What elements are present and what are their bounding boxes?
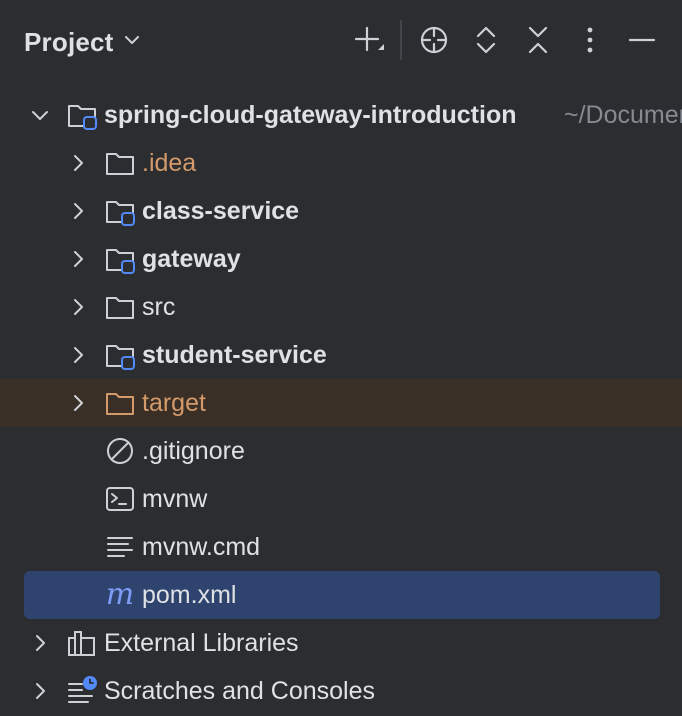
chevron-right-icon[interactable] — [66, 295, 90, 319]
folder-icon — [104, 147, 136, 179]
terminal-script-icon — [104, 483, 136, 515]
module-folder-icon — [104, 339, 136, 371]
tree-label: student-service — [142, 341, 327, 369]
chevron-right-icon[interactable] — [66, 343, 90, 367]
tree-row-gitignore[interactable]: .gitignore — [0, 427, 682, 475]
ignore-file-icon — [104, 435, 136, 467]
tree-row-target[interactable]: target — [0, 379, 682, 427]
svg-text:m: m — [106, 579, 134, 611]
chevron-right-icon[interactable] — [66, 391, 90, 415]
project-tool-window-header: Project — [0, 0, 682, 82]
tree-label: class-service — [142, 197, 300, 225]
tree-row-scratches[interactable]: Scratches and Consoles — [0, 667, 682, 715]
chevron-right-icon[interactable] — [28, 679, 52, 703]
collapse-all-icon — [522, 24, 554, 56]
chevron-right-icon[interactable] — [66, 199, 90, 223]
scratches-icon — [66, 675, 98, 707]
tree-label: spring-cloud-gateway-introduction — [104, 101, 517, 129]
add-icon — [350, 22, 386, 58]
maven-icon: m — [104, 579, 136, 611]
tree-label: mvnw — [142, 485, 208, 513]
add-button[interactable] — [348, 20, 388, 60]
module-folder-icon — [104, 195, 136, 227]
tree-label: mvnw.cmd — [142, 533, 261, 561]
tree-row-mvnw-cmd[interactable]: mvnw.cmd — [0, 523, 682, 571]
chevron-down-icon — [122, 30, 142, 55]
folder-icon — [104, 291, 136, 323]
tree-row-pom-xml[interactable]: m pom.xml — [0, 571, 682, 619]
tree-label: External Libraries — [104, 629, 299, 657]
tree-label: pom.xml — [142, 581, 237, 609]
excluded-folder-icon — [104, 387, 136, 419]
tree-row-class-service[interactable]: class-service — [0, 187, 682, 235]
tree-row-gateway[interactable]: gateway — [0, 235, 682, 283]
tree-label: .gitignore — [142, 437, 245, 465]
chevron-down-icon[interactable] — [28, 103, 52, 127]
project-view-selector[interactable]: Project — [24, 22, 142, 62]
tree-row-external-libraries[interactable]: External Libraries — [0, 619, 682, 667]
text-file-icon — [104, 531, 136, 563]
tree-row-src[interactable]: src — [0, 283, 682, 331]
tree-label: target — [142, 389, 206, 417]
panel-title: Project — [24, 26, 114, 57]
tree-row-root-module[interactable]: spring-cloud-gateway-introduction ~/Docu… — [0, 91, 682, 139]
collapse-all-button[interactable] — [518, 20, 558, 60]
locate-button[interactable] — [414, 20, 454, 60]
locate-icon — [418, 24, 450, 56]
expand-all-button[interactable] — [466, 20, 506, 60]
tree-row-mvnw[interactable]: mvnw — [0, 475, 682, 523]
tree-label: .idea — [142, 149, 197, 177]
more-options-icon — [574, 24, 606, 56]
library-icon — [66, 627, 98, 659]
module-folder-icon — [66, 99, 98, 131]
toolbar-separator — [400, 20, 402, 60]
tree-label: src — [142, 293, 176, 321]
tree-row-idea[interactable]: .idea — [0, 139, 682, 187]
tree-row-student-service[interactable]: student-service — [0, 331, 682, 379]
minimize-icon — [626, 24, 658, 56]
chevron-right-icon[interactable] — [66, 247, 90, 271]
expand-all-icon — [470, 24, 502, 56]
module-folder-icon — [104, 243, 136, 275]
more-options-button[interactable] — [570, 20, 610, 60]
project-tree: spring-cloud-gateway-introduction ~/Docu… — [0, 91, 682, 715]
tree-label: Scratches and Consoles — [104, 677, 375, 705]
chevron-right-icon[interactable] — [28, 631, 52, 655]
project-path-hint: ~/Documents — [564, 101, 682, 129]
chevron-right-icon[interactable] — [66, 151, 90, 175]
minimize-button[interactable] — [622, 20, 662, 60]
tree-label: gateway — [142, 245, 241, 273]
